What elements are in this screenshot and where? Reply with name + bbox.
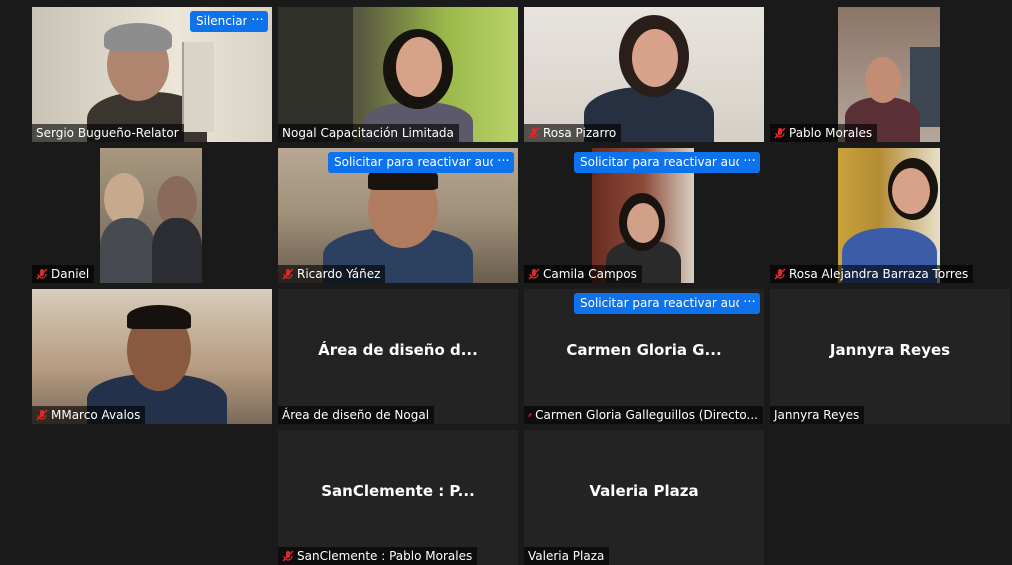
mic-muted-icon	[36, 268, 48, 280]
participant-name-tag: MMarco Avalos	[32, 406, 146, 424]
more-options-button[interactable]: ···	[493, 152, 514, 173]
more-options-button[interactable]: ···	[247, 11, 268, 32]
participant-name-tag: Valeria Plaza	[524, 547, 610, 565]
participant-name: Valeria Plaza	[528, 549, 605, 563]
participant-name: Sergio Bugueño-Relator	[36, 126, 179, 140]
participant-center-name: Área de diseño d...	[318, 341, 478, 359]
participant-name-tag: Nogal Capacitación Limitada	[278, 124, 459, 142]
participant-name: Carmen Gloria Galleguillos (Directo...	[535, 408, 758, 422]
participant-name-tag: Sergio Bugueño-Relator	[32, 124, 184, 142]
participant-center-name: Carmen Gloria G...	[566, 341, 722, 359]
participant-name: Nogal Capacitación Limitada	[282, 126, 454, 140]
participant-name: Jannyra Reyes	[774, 408, 860, 422]
video-tile-sergio[interactable]: Silenciar ··· Sergio Bugueño-Relator	[32, 7, 272, 142]
participant-name-tag: Rosa Pizarro	[524, 124, 622, 142]
video-tile-nogal[interactable]: Nogal Capacitación Limitada	[278, 7, 518, 142]
video-tile-ricardo[interactable]: Solicitar para reactivar audio ··· Ricar…	[278, 148, 518, 283]
mic-muted-icon	[528, 268, 540, 280]
mic-muted-icon	[528, 413, 532, 417]
participant-name-tag: Daniel	[32, 265, 95, 283]
mute-button[interactable]: Silenciar	[190, 11, 254, 32]
mic-muted-icon	[282, 268, 294, 280]
participant-name-tag: Camila Campos	[524, 265, 642, 283]
video-tile-rosa-pizarro[interactable]: Rosa Pizarro	[524, 7, 764, 142]
participant-name: Rosa Pizarro	[543, 126, 617, 140]
video-tile-valeria[interactable]: Valeria Plaza Valeria Plaza	[524, 430, 764, 565]
mic-muted-icon	[36, 409, 48, 421]
more-options-button[interactable]: ···	[739, 293, 760, 314]
video-tile-carmen[interactable]: Solicitar para reactivar audio ··· Carme…	[524, 289, 764, 424]
mic-muted-icon	[774, 127, 786, 139]
video-feed	[32, 148, 272, 283]
video-feed	[32, 289, 272, 424]
participant-name-tag: Área de diseño de Nogal	[278, 406, 435, 424]
participant-name: Pablo Morales	[789, 126, 873, 140]
participant-center-name: Valeria Plaza	[589, 482, 699, 500]
request-unmute-button[interactable]: Solicitar para reactivar audio	[574, 293, 760, 314]
participant-name: Área de diseño de Nogal	[282, 408, 430, 422]
video-tile-marco[interactable]: MMarco Avalos	[32, 289, 272, 424]
video-feed	[278, 7, 518, 142]
video-feed	[524, 7, 764, 142]
participant-name: MMarco Avalos	[51, 408, 141, 422]
participant-name-tag: Pablo Morales	[770, 124, 878, 142]
participant-name-tag: Ricardo Yáñez	[278, 265, 386, 283]
video-tile-area-diseno[interactable]: Área de diseño d... Área de diseño de No…	[278, 289, 518, 424]
video-tile-pablo-morales[interactable]: Pablo Morales	[770, 7, 1010, 142]
video-feed	[770, 148, 1010, 283]
mic-muted-icon	[282, 550, 294, 562]
participant-name: Ricardo Yáñez	[297, 267, 381, 281]
participant-name-tag: Jannyra Reyes	[770, 406, 865, 424]
video-tile-rosa-alejandra[interactable]: Rosa Alejandra Barraza Torres	[770, 148, 1010, 283]
participant-center-name: Jannyra Reyes	[829, 341, 951, 359]
video-tile-camila[interactable]: Solicitar para reactivar audio ··· Camil…	[524, 148, 764, 283]
request-unmute-button[interactable]: Solicitar para reactivar audio	[328, 152, 514, 173]
mic-muted-icon	[774, 268, 786, 280]
participant-name: SanClemente : Pablo Morales	[297, 549, 473, 563]
more-options-button[interactable]: ···	[739, 152, 760, 173]
participant-name: Rosa Alejandra Barraza Torres	[789, 267, 969, 281]
video-tile-daniel[interactable]: Daniel	[32, 148, 272, 283]
video-tile-sanclemente[interactable]: SanClemente : P... SanClemente : Pablo M…	[278, 430, 518, 565]
participant-name-tag: Carmen Gloria Galleguillos (Directo...	[524, 406, 763, 424]
mic-muted-icon	[528, 127, 540, 139]
video-feed	[770, 7, 1010, 142]
request-unmute-button[interactable]: Solicitar para reactivar audio	[574, 152, 760, 173]
participant-name: Daniel	[51, 267, 90, 281]
participant-name: Camila Campos	[543, 267, 637, 281]
participant-name-tag: Rosa Alejandra Barraza Torres	[770, 265, 974, 283]
video-tile-jannyra[interactable]: Jannyra Reyes Jannyra Reyes	[770, 289, 1010, 424]
participant-center-name: SanClemente : P...	[321, 482, 475, 500]
participant-name-tag: SanClemente : Pablo Morales	[278, 547, 478, 565]
